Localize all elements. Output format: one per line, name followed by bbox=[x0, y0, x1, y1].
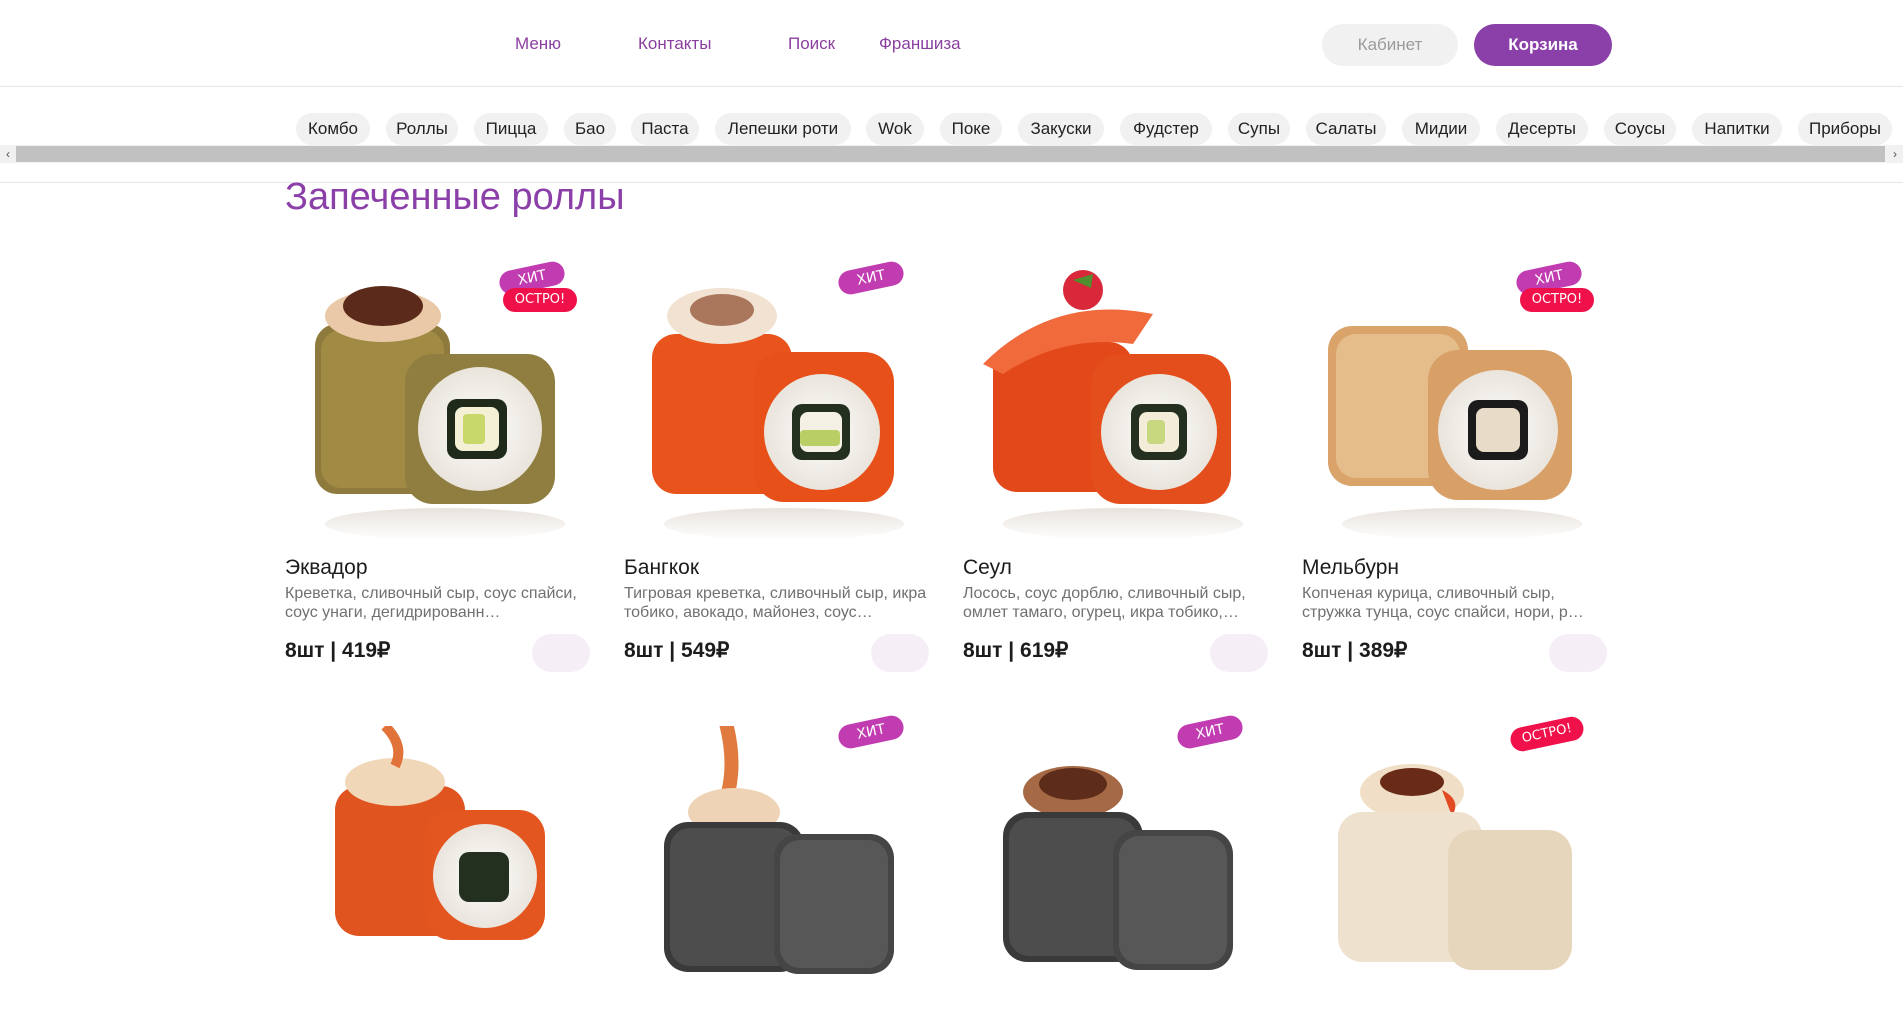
product-price: 8шт | 549₽ bbox=[624, 639, 730, 662]
site-header: Меню Контакты Поиск Франшиза Кабинет Кор… bbox=[0, 0, 1903, 87]
category-chip[interactable]: Wok bbox=[866, 113, 924, 145]
category-chip[interactable]: Напитки bbox=[1692, 113, 1782, 145]
product-price: 8шт | 619₽ bbox=[963, 639, 1069, 662]
add-to-cart-button[interactable] bbox=[1549, 634, 1607, 672]
product-name[interactable]: Эквадор bbox=[285, 556, 368, 580]
category-chip[interactable]: Мидии bbox=[1402, 113, 1480, 145]
nav-contacts-link[interactable]: Контакты bbox=[638, 34, 711, 54]
product-price: 8шт | 419₽ bbox=[285, 639, 391, 662]
nav-franchise-link[interactable]: Франшиза bbox=[879, 34, 961, 54]
product-price: 8шт | 389₽ bbox=[1302, 639, 1408, 662]
nav-menu-link[interactable]: Меню bbox=[515, 34, 561, 54]
category-bar: Комбо Роллы Пицца Бао Паста Лепешки роти… bbox=[0, 87, 1903, 183]
product-image[interactable] bbox=[1302, 726, 1612, 1016]
category-chip[interactable]: Поке bbox=[940, 113, 1002, 145]
product-image[interactable] bbox=[285, 726, 595, 1016]
category-chip[interactable]: Бао bbox=[564, 113, 616, 145]
scroll-right-icon[interactable]: › bbox=[1887, 145, 1903, 163]
category-chip[interactable]: Салаты bbox=[1306, 113, 1386, 145]
product-image[interactable] bbox=[963, 254, 1273, 544]
product-image[interactable] bbox=[624, 726, 934, 1016]
category-chip[interactable]: Приборы bbox=[1798, 113, 1892, 145]
category-chip[interactable]: Роллы bbox=[386, 113, 458, 145]
cart-button[interactable]: Корзина bbox=[1474, 24, 1612, 66]
section-title: Запеченные роллы bbox=[285, 176, 625, 218]
category-chip[interactable]: Фудстер bbox=[1120, 113, 1212, 145]
category-chip[interactable]: Комбо bbox=[296, 113, 370, 145]
category-chip[interactable]: Супы bbox=[1228, 113, 1290, 145]
product-name[interactable]: Мельбурн bbox=[1302, 556, 1399, 580]
add-to-cart-button[interactable] bbox=[871, 634, 929, 672]
add-to-cart-button[interactable] bbox=[532, 634, 590, 672]
category-scrollbar[interactable]: ‹ › bbox=[0, 145, 1903, 163]
product-description: Лосось, соус дорблю, сливочный сыр, омле… bbox=[963, 585, 1246, 621]
add-to-cart-button[interactable] bbox=[1210, 634, 1268, 672]
product-name[interactable]: Бангкок bbox=[624, 556, 699, 580]
category-chip[interactable]: Пицца bbox=[474, 113, 548, 145]
product-description: Креветка, сливочный сыр, соус спайси, со… bbox=[285, 585, 577, 621]
product-image[interactable] bbox=[963, 726, 1273, 1016]
hot-badge: ОСТРО! bbox=[503, 288, 577, 312]
product-image[interactable] bbox=[624, 254, 934, 544]
category-chip[interactable]: Десерты bbox=[1496, 113, 1588, 145]
scrollbar-thumb[interactable] bbox=[16, 146, 1885, 162]
category-chip[interactable]: Закуски bbox=[1018, 113, 1104, 145]
category-chip[interactable]: Соусы bbox=[1604, 113, 1676, 145]
category-chip[interactable]: Паста bbox=[631, 113, 699, 145]
hot-badge: ОСТРО! bbox=[1520, 288, 1594, 312]
scroll-left-icon[interactable]: ‹ bbox=[0, 145, 16, 163]
category-chip[interactable]: Лепешки роти bbox=[715, 113, 851, 145]
nav-search-link[interactable]: Поиск bbox=[788, 34, 835, 54]
product-name[interactable]: Сеул bbox=[963, 556, 1012, 580]
cabinet-button[interactable]: Кабинет bbox=[1322, 24, 1458, 66]
product-description: Копченая курица, сливочный сыр, стружка … bbox=[1302, 585, 1584, 621]
product-description: Тигровая креветка, сливочный сыр, икра т… bbox=[624, 585, 927, 621]
